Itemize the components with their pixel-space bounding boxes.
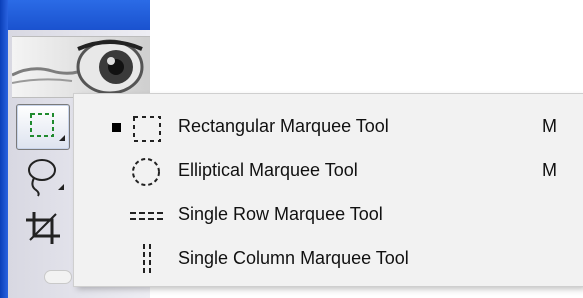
- lasso-tool[interactable]: [16, 154, 68, 198]
- single-row-marquee-icon: [130, 212, 164, 220]
- crop-tool[interactable]: [16, 206, 68, 250]
- menu-item-rectangular-marquee[interactable]: Rectangular Marquee Tool M: [74, 106, 583, 150]
- crop-icon: [26, 212, 60, 244]
- menu-item-label: Elliptical Marquee Tool: [178, 160, 358, 180]
- menu-item-label: Single Column Marquee Tool: [178, 248, 409, 268]
- rectangular-marquee-icon: [30, 113, 65, 141]
- lasso-icon: [28, 159, 64, 197]
- menu-item-label: Rectangular Marquee Tool: [178, 116, 389, 136]
- rectangular-marquee-tool[interactable]: [16, 104, 70, 150]
- menu-item-label: Single Row Marquee Tool: [178, 204, 383, 224]
- toolbox-window-edge: [0, 0, 8, 298]
- toolbox-separator: [44, 270, 72, 284]
- single-column-marquee-icon: [143, 244, 151, 276]
- checkmark-icon: [112, 123, 121, 132]
- marquee-flyout-menu: Rectangular Marquee Tool M Elliptical Ma…: [74, 94, 583, 286]
- menu-item-single-column-marquee[interactable]: Single Column Marquee Tool: [74, 238, 583, 282]
- photoshop-eye-logo: [12, 36, 150, 98]
- rectangular-marquee-icon: [133, 116, 161, 142]
- elliptical-marquee-icon: [132, 158, 160, 186]
- menu-item-shortcut: M: [542, 116, 557, 136]
- menu-item-shortcut: M: [542, 160, 557, 180]
- toolbox-title-bar[interactable]: [8, 0, 150, 30]
- menu-item-single-row-marquee[interactable]: Single Row Marquee Tool: [74, 194, 583, 238]
- menu-item-elliptical-marquee[interactable]: Elliptical Marquee Tool M: [74, 150, 583, 194]
